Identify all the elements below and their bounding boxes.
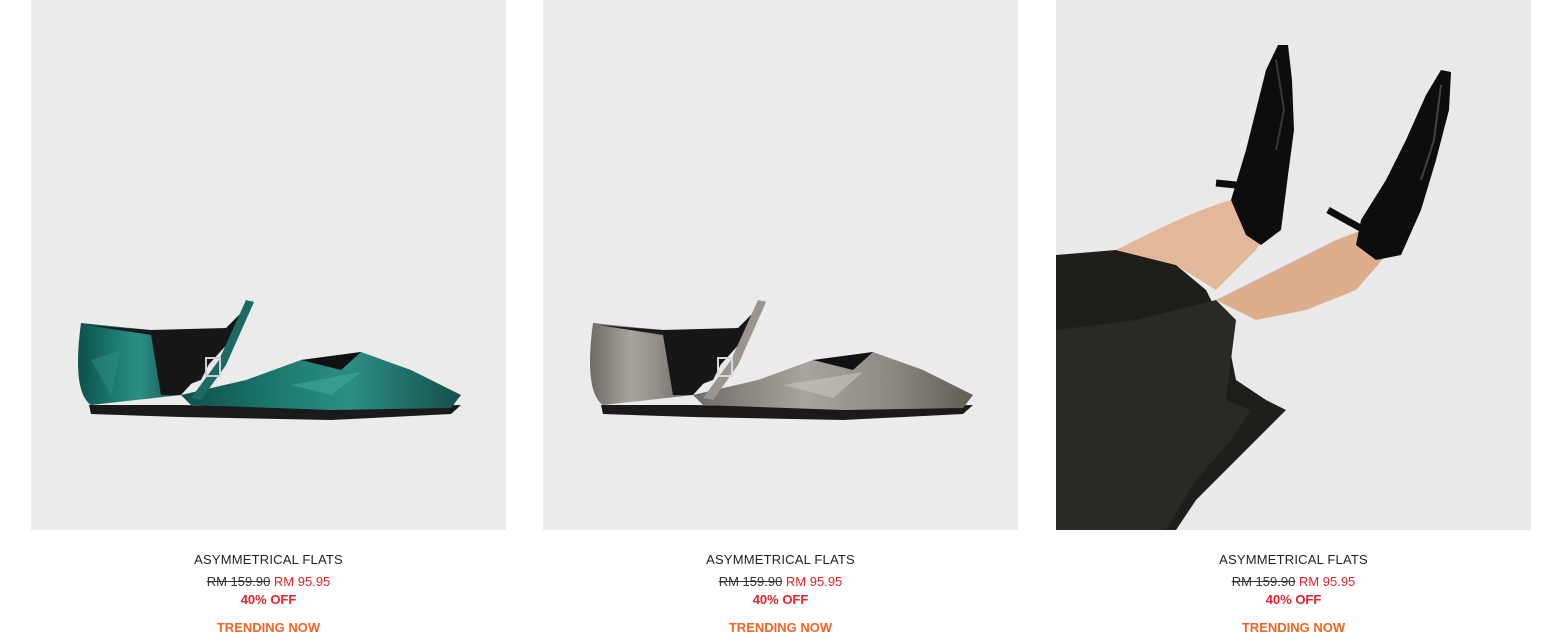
- price-row: RM 159.90 RM 95.95: [1056, 574, 1531, 590]
- trending-label: TRENDING NOW: [216, 620, 321, 635]
- product-image-green-flat[interactable]: [31, 0, 506, 530]
- original-price: RM 159.90: [206, 574, 271, 589]
- trending-label: TRENDING NOW: [728, 620, 833, 635]
- green-flat-illustration: [78, 300, 461, 420]
- product-info: ASYMMETRICAL FLATS RM 159.90 RM 95.95 40…: [31, 551, 506, 636]
- product-name[interactable]: ASYMMETRICAL FLATS: [1056, 551, 1531, 568]
- product-name[interactable]: ASYMMETRICAL FLATS: [543, 551, 1018, 568]
- product-info: ASYMMETRICAL FLATS RM 159.90 RM 95.95 40…: [1056, 551, 1531, 636]
- product-info: ASYMMETRICAL FLATS RM 159.90 RM 95.95 40…: [543, 551, 1018, 636]
- trending-label: TRENDING NOW: [1241, 620, 1346, 635]
- discount-badge: 40% OFF: [240, 592, 297, 607]
- original-price: RM 159.90: [718, 574, 783, 589]
- discount-badge: 40% OFF: [752, 592, 809, 607]
- product-card[interactable]: ASYMMETRICAL FLATS RM 159.90 RM 95.95 40…: [1056, 0, 1531, 643]
- sale-price: RM 95.95: [273, 574, 331, 589]
- product-name[interactable]: ASYMMETRICAL FLATS: [31, 551, 506, 568]
- silver-flat-illustration: [590, 300, 973, 420]
- product-card[interactable]: ASYMMETRICAL FLATS RM 159.90 RM 95.95 40…: [543, 0, 1018, 643]
- sale-price: RM 95.95: [1298, 574, 1356, 589]
- price-row: RM 159.90 RM 95.95: [543, 574, 1018, 590]
- product-image-black-flat-worn[interactable]: [1056, 0, 1531, 530]
- sale-price: RM 95.95: [785, 574, 843, 589]
- black-flat-worn-illustration: [1056, 45, 1451, 530]
- product-grid: ASYMMETRICAL FLATS RM 159.90 RM 95.95 40…: [0, 0, 1559, 643]
- product-image-silver-flat[interactable]: [543, 0, 1018, 530]
- product-card[interactable]: ASYMMETRICAL FLATS RM 159.90 RM 95.95 40…: [31, 0, 506, 643]
- original-price: RM 159.90: [1231, 574, 1296, 589]
- price-row: RM 159.90 RM 95.95: [31, 574, 506, 590]
- discount-badge: 40% OFF: [1265, 592, 1322, 607]
